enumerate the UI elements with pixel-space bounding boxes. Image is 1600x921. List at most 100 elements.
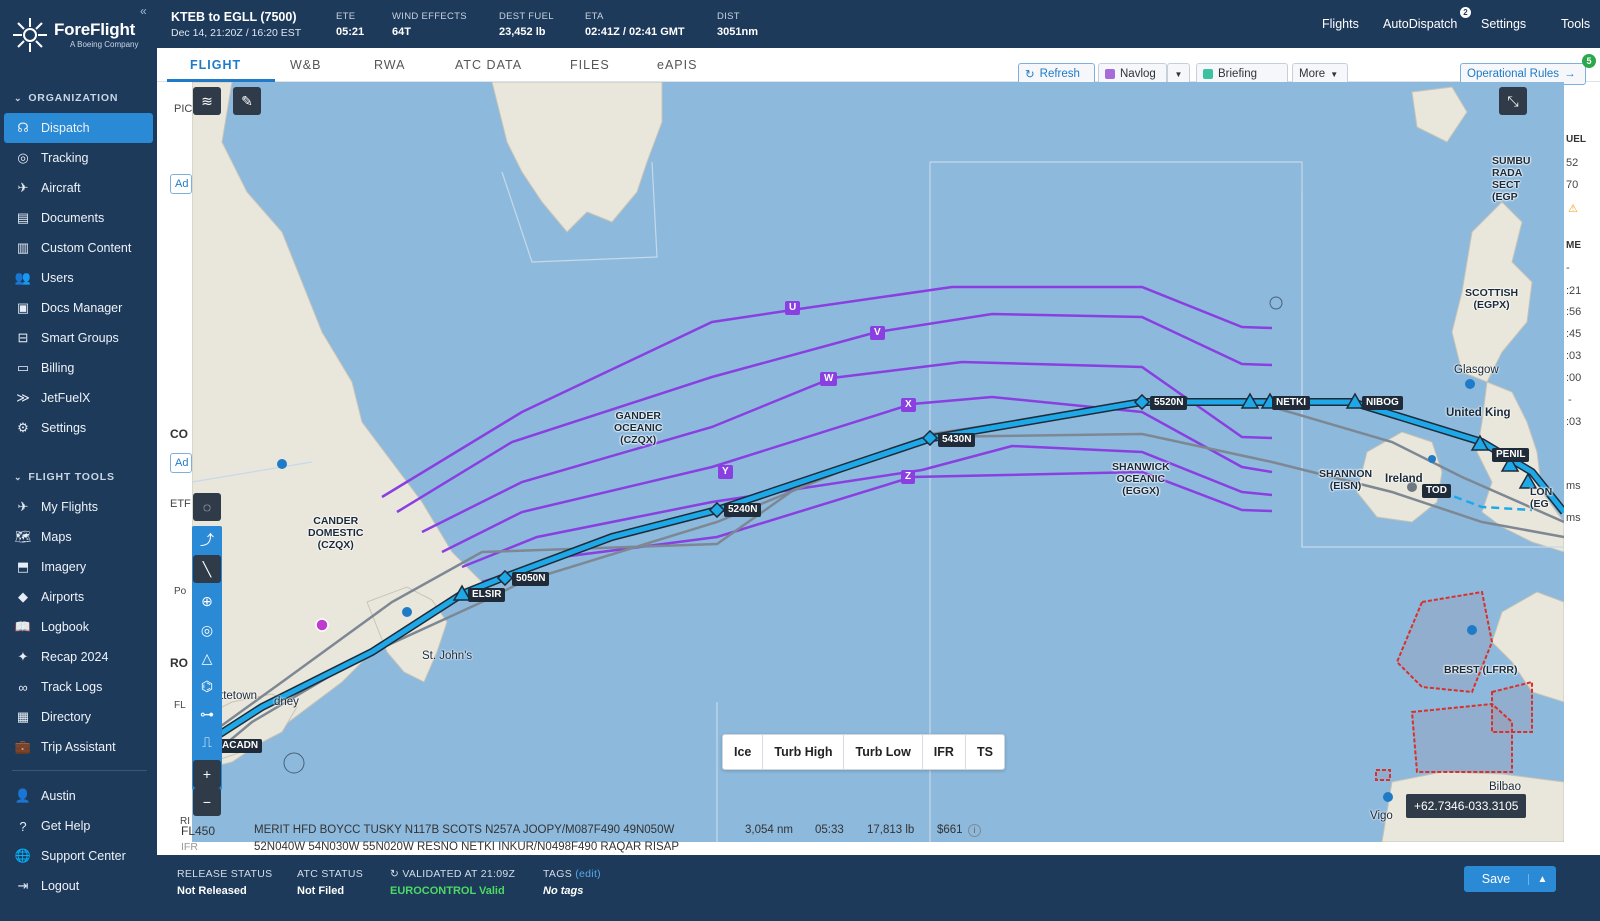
route-map[interactable]: GANDER OCEANIC (CZQX) CANDER DOMESTIC (C… bbox=[192, 82, 1564, 842]
sidebar-item-jetfuelx[interactable]: ≫ JetFuelX bbox=[4, 383, 153, 413]
track-label-w[interactable]: W bbox=[820, 372, 838, 386]
stat-ete: ETE 05:21 bbox=[336, 11, 364, 38]
chevron-up-icon[interactable]: ▲ bbox=[1528, 873, 1556, 885]
sidebar-item-custom-content[interactable]: ▥ Custom Content bbox=[4, 233, 153, 263]
sidebar-item-docs-manager[interactable]: ▣ Docs Manager bbox=[4, 293, 153, 323]
sidebar-item-tracking[interactable]: ◎ Tracking bbox=[4, 143, 153, 173]
route-string-line-2[interactable]: 52N040W 54N030W 55N020W RESNO NETKI INKU… bbox=[254, 841, 679, 853]
sidebar-item-my-flights[interactable]: ✈ My Flights bbox=[4, 492, 153, 522]
fix-filter-button[interactable]: △ bbox=[193, 644, 221, 672]
nav-autodispatch[interactable]: AutoDispatch bbox=[1383, 17, 1457, 31]
waypoint-5240n[interactable]: 5240N bbox=[724, 503, 762, 517]
navlog-label: Navlog bbox=[1120, 68, 1156, 80]
sidebar-item-settings[interactable]: ⚙ Settings bbox=[4, 413, 153, 443]
waypoint-5520n[interactable]: 5520N bbox=[1150, 396, 1188, 410]
sidebar-item-label: Austin bbox=[41, 789, 76, 803]
layer-ice-button[interactable]: Ice bbox=[723, 734, 764, 770]
tab-wb[interactable]: W&B bbox=[290, 58, 321, 72]
sidebar-item-dispatch[interactable]: ☊ Dispatch bbox=[4, 113, 153, 143]
route-edit-button[interactable]: ⤴ bbox=[193, 526, 221, 554]
sidebar-item-label: Docs Manager bbox=[41, 301, 123, 315]
add-button-1[interactable]: Ad bbox=[170, 174, 192, 194]
sidebar-item-austin[interactable]: 👤 Austin bbox=[4, 781, 153, 811]
lasso-button[interactable]: ◌ bbox=[193, 493, 221, 521]
foreflight-logo[interactable]: ForeFlight A Boeing Company bbox=[12, 15, 150, 55]
airport-filter-button[interactable]: ⊕ bbox=[193, 587, 221, 615]
waypoint-netki[interactable]: NETKI bbox=[1272, 396, 1310, 410]
sidebar-item-trip-assistant[interactable]: 💼 Trip Assistant bbox=[4, 732, 153, 762]
save-label: Save bbox=[1481, 872, 1511, 886]
route-string-line-1[interactable]: MERIT HFD BOYCC TUSKY N117B SCOTS N257A … bbox=[254, 824, 674, 836]
track-label-v[interactable]: V bbox=[870, 326, 885, 340]
sidebar-item-billing[interactable]: ▭ Billing bbox=[4, 353, 153, 383]
fir-label-scottish: SCOTTISH (EGPX) bbox=[1465, 287, 1519, 311]
sidebar-item-recap[interactable]: ✦ Recap 2024 bbox=[4, 642, 153, 672]
sidebar-item-maps[interactable]: 🗺 Maps bbox=[4, 522, 153, 552]
sidebar-item-airports[interactable]: ◆ Airports bbox=[4, 582, 153, 612]
time-val-0: - bbox=[1566, 262, 1570, 274]
tab-files[interactable]: FILES bbox=[570, 58, 610, 72]
city-sydney: dney bbox=[274, 696, 299, 708]
flight-tools-heading[interactable]: ⌄ FLIGHT TOOLS bbox=[14, 471, 115, 483]
nav-tools[interactable]: Tools bbox=[1561, 17, 1590, 31]
track-label-x[interactable]: X bbox=[901, 398, 916, 412]
track-filter-button[interactable]: ⎍ bbox=[193, 728, 221, 756]
vor-filter-button[interactable]: ⌬ bbox=[193, 672, 221, 700]
app-window: « ForeFlight A Boeing Company ⌄ ORGANIZAT… bbox=[0, 0, 1600, 921]
track-label-z[interactable]: Z bbox=[901, 470, 916, 484]
organization-heading[interactable]: ⌄ ORGANIZATION bbox=[14, 92, 118, 104]
zoom-out-button[interactable]: − bbox=[193, 788, 221, 816]
imagery-icon: ⬒ bbox=[16, 559, 30, 574]
layer-turb-low-button[interactable]: Turb Low bbox=[844, 734, 923, 770]
sidebar-item-support-center[interactable]: 🌐 Support Center bbox=[4, 841, 153, 871]
tags-edit-link[interactable]: (edit) bbox=[575, 868, 601, 880]
info-icon[interactable]: i bbox=[968, 824, 981, 837]
add-button-2[interactable]: Ad bbox=[170, 453, 192, 473]
fullscreen-exit-button[interactable]: ⤡ bbox=[1499, 87, 1527, 115]
waypoint-elsir[interactable]: ELSIR bbox=[468, 588, 506, 602]
sidebar-item-label: My Flights bbox=[41, 500, 98, 514]
layers-icon: ≋ bbox=[201, 92, 213, 109]
waypoint-5050n[interactable]: 5050N bbox=[512, 572, 550, 586]
tags-label: TAGS bbox=[543, 868, 573, 880]
time-val-3: :45 bbox=[1566, 328, 1582, 340]
sidebar-item-get-help[interactable]: ? Get Help bbox=[4, 811, 153, 841]
tab-eapis[interactable]: eAPIS bbox=[657, 58, 697, 72]
track-label-u[interactable]: U bbox=[785, 301, 801, 315]
layer-ts-button[interactable]: TS bbox=[966, 734, 1004, 770]
nav-settings[interactable]: Settings bbox=[1481, 17, 1526, 31]
save-button[interactable]: Save ▲ bbox=[1464, 866, 1556, 892]
navaid-filter-button[interactable]: ◎ bbox=[193, 616, 221, 644]
sidebar-item-logout[interactable]: ⇥ Logout bbox=[4, 871, 153, 901]
smart-groups-icon: ⊟ bbox=[17, 330, 29, 345]
zoom-in-button[interactable]: + bbox=[193, 760, 221, 788]
sidebar-item-documents[interactable]: ▤ Documents bbox=[4, 203, 153, 233]
waypoint-acadn[interactable]: ACADN bbox=[218, 739, 263, 753]
tab-flight[interactable]: FLIGHT bbox=[190, 58, 241, 72]
waypoint-tod[interactable]: TOD bbox=[1422, 484, 1451, 498]
sidebar-item-label: Logbook bbox=[41, 620, 89, 634]
waypoint-penil[interactable]: PENIL bbox=[1492, 448, 1530, 462]
sidebar-item-users[interactable]: 👥 Users bbox=[4, 263, 153, 293]
draw-line-icon: ╲ bbox=[202, 560, 212, 577]
draw-line-button[interactable]: ╲ bbox=[193, 555, 221, 583]
sidebar-item-smart-groups[interactable]: ⊟ Smart Groups bbox=[4, 323, 153, 353]
ruler-button[interactable]: ✎ bbox=[233, 87, 261, 115]
sidebar-item-directory[interactable]: ▦ Directory bbox=[4, 702, 153, 732]
airway-filter-button[interactable]: ⊶ bbox=[193, 700, 221, 728]
waypoint-5430n[interactable]: 5430N bbox=[938, 433, 976, 447]
track-label-y[interactable]: Y bbox=[718, 465, 733, 479]
sidebar-item-track-logs[interactable]: ∞ Track Logs bbox=[4, 672, 153, 702]
layer-turb-high-button[interactable]: Turb High bbox=[763, 734, 845, 770]
validated-value: EUROCONTROL Valid bbox=[390, 885, 505, 897]
help-icon: ? bbox=[19, 818, 27, 834]
sidebar-item-aircraft[interactable]: ✈ Aircraft bbox=[4, 173, 153, 203]
tab-rwa[interactable]: RWA bbox=[374, 58, 405, 72]
layers-button[interactable]: ≋ bbox=[193, 87, 221, 115]
tab-atc-data[interactable]: ATC DATA bbox=[455, 58, 522, 72]
sidebar-item-logbook[interactable]: 📖 Logbook bbox=[4, 612, 153, 642]
nav-flights[interactable]: Flights bbox=[1322, 17, 1359, 31]
waypoint-nibog[interactable]: NIBOG bbox=[1362, 396, 1403, 410]
layer-ifr-button[interactable]: IFR bbox=[923, 734, 966, 770]
sidebar-item-imagery[interactable]: ⬒ Imagery bbox=[4, 552, 153, 582]
